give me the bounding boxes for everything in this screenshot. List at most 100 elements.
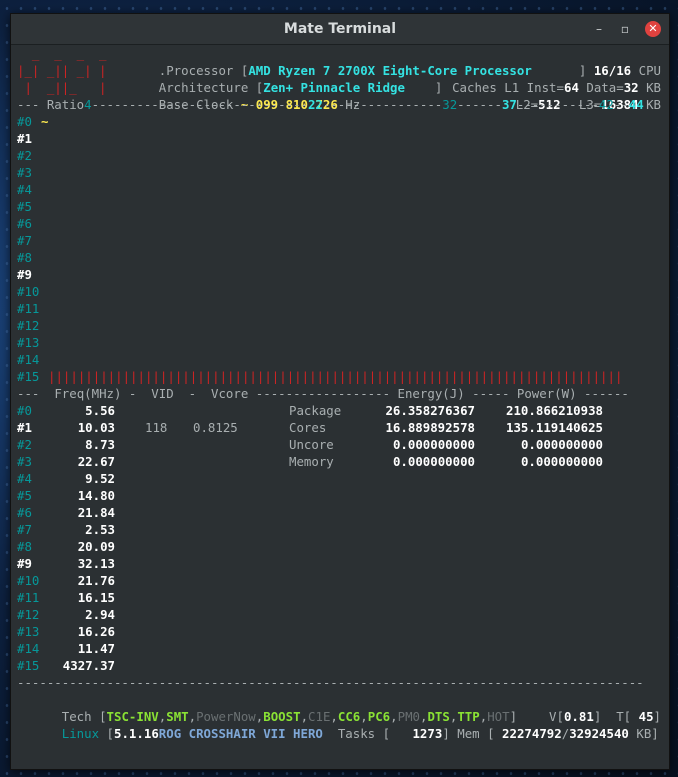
- energy-row-name: Uncore: [289, 437, 334, 452]
- core-frequency-value: 32.13: [77, 556, 115, 571]
- core-ratio-1-row: #1: [17, 130, 32, 147]
- vid-value: 118: [145, 420, 168, 435]
- core-frequency-value: 2.53: [85, 522, 115, 537]
- board-name: ROG CROSSHAIR VII HERO: [158, 726, 323, 741]
- mem-used: 22274792: [502, 726, 562, 741]
- core-freq-1-row: #1: [17, 419, 32, 436]
- energy-row-energy: 0.000000000: [392, 437, 475, 452]
- ratio-mark-44: 44: [628, 97, 644, 112]
- core-freq-6-label: #6: [17, 505, 32, 520]
- terminal-content[interactable]: _ _ _ _ |_| _|| _| | | _||_ | .Processor…: [11, 45, 669, 769]
- core-ratio-4-label: #4: [17, 182, 32, 197]
- core-freq-4-label: #4: [17, 471, 32, 486]
- energy-row-name: Package: [289, 403, 342, 418]
- core-freq-2-label: #2: [17, 437, 32, 452]
- core-freq-10-row: #10: [17, 572, 39, 589]
- core-freq-9-row: #9: [17, 555, 32, 572]
- freq-header-vid: VID: [151, 386, 174, 401]
- terminal-window[interactable]: Mate Terminal – ▫ ✕ _ _ _ _ |_| _|| _| |…: [10, 13, 670, 770]
- core-ratio-9-row: #9: [17, 266, 32, 283]
- core-freq-10-label: #10: [17, 573, 40, 588]
- core-ratio-9-label: #9: [17, 267, 32, 282]
- ratio-rule: --- Ratio4-----------------------------2…: [17, 97, 644, 112]
- core-ratio-7-label: #7: [17, 233, 32, 248]
- core-ratio-0-row: #0: [17, 113, 32, 130]
- core-freq-14-row: #14: [17, 640, 39, 657]
- core-ratio-14-row: #14: [17, 351, 39, 368]
- core-ratio-10-label: #10: [17, 284, 40, 299]
- energy-row-name: Memory: [289, 454, 334, 469]
- core-ratio-6-row: #6: [17, 215, 32, 232]
- ratio-label: Ratio: [46, 97, 85, 112]
- core-ratio-13-row: #13: [17, 334, 39, 351]
- energy-row-energy: 0.000000000: [392, 454, 475, 469]
- ratio-mark-4: 4: [84, 97, 92, 112]
- core-freq-3-label: #3: [17, 454, 32, 469]
- core-frequency-value: 20.09: [77, 539, 115, 554]
- core-freq-15-row: #15: [17, 657, 39, 674]
- core-ratio-15-label: #15: [17, 369, 40, 384]
- system-line: Linux [5.1.16ROG CROSSHAIR VII HERO Task…: [61, 726, 659, 741]
- logo-line-1: _ _ _ _: [17, 46, 107, 61]
- core-frequency-value: 8.73: [85, 437, 115, 452]
- core-frequency-value: 5.56: [85, 403, 115, 418]
- ratio-mark-37: 37: [501, 97, 517, 112]
- os-label: Linux: [61, 726, 100, 741]
- core-ratio-12-row: #12: [17, 317, 39, 334]
- close-icon[interactable]: ✕: [645, 21, 661, 37]
- freq-header-freq: Freq(MHz): [54, 386, 122, 401]
- tasks-value: 1273: [412, 726, 443, 741]
- ratio-mark-42: 42: [598, 97, 614, 112]
- core-ratio-6-label: #6: [17, 216, 32, 231]
- core0-mark: ~: [41, 114, 49, 129]
- window-title: Mate Terminal: [283, 21, 397, 37]
- energy-row-power: 0.000000000: [520, 454, 603, 469]
- freq-header-rule: --- Freq(MHz) - VID - Vcore ------------…: [17, 386, 629, 401]
- energy-row-energy: 16.889892578: [385, 420, 475, 435]
- core-freq-7-row: #7: [17, 521, 32, 538]
- core-freq-5-row: #5: [17, 487, 32, 504]
- mem-label: Mem: [457, 726, 480, 741]
- logo-line-3: | _||_ |: [17, 80, 107, 95]
- core-ratio-14-label: #14: [17, 352, 40, 367]
- energy-row-power: 0.000000000: [520, 437, 603, 452]
- core-ratio-8-row: #8: [17, 249, 32, 266]
- core-ratio-12-label: #12: [17, 318, 40, 333]
- core-ratio-11-label: #11: [17, 301, 40, 316]
- core-freq-8-row: #8: [17, 538, 32, 555]
- core-freq-5-label: #5: [17, 488, 32, 503]
- freq-header-energy: Energy(J): [397, 386, 465, 401]
- energy-row-name: Cores: [289, 420, 327, 435]
- core-freq-4-row: #4: [17, 470, 32, 487]
- core-ratio-1-label: #1: [17, 131, 32, 146]
- core-ratio-3-label: #3: [17, 165, 32, 180]
- title-bar[interactable]: Mate Terminal – ▫ ✕: [11, 14, 669, 45]
- vcore-value: 0.8125: [193, 420, 238, 435]
- core-freq-11-row: #11: [17, 589, 39, 606]
- core-ratio-2-row: #2: [17, 147, 32, 164]
- core-freq-9-label: #9: [17, 556, 32, 571]
- core15-ratio-bar: ||||||||||||||||||||||||||||||||||||||||…: [48, 369, 623, 384]
- maximize-icon[interactable]: ▫: [617, 21, 633, 37]
- core-ratio-15-row: #15: [17, 368, 39, 385]
- core-frequency-value: 4327.37: [62, 658, 115, 673]
- core-freq-3-row: #3: [17, 453, 32, 470]
- core-frequency-value: 11.47: [77, 641, 115, 656]
- energy-row-power: 135.119140625: [506, 420, 603, 435]
- core-ratio-2-label: #2: [17, 148, 32, 163]
- core-frequency-value: 21.84: [77, 505, 115, 520]
- core-ratio-5-label: #5: [17, 199, 32, 214]
- kb-unit-2: KB: [646, 97, 661, 112]
- tasks-label: Tasks: [337, 726, 376, 741]
- minimize-icon[interactable]: –: [591, 21, 607, 37]
- core-freq-11-label: #11: [17, 590, 40, 605]
- core-freq-12-row: #12: [17, 606, 39, 623]
- kernel-version: 5.1.16: [114, 726, 159, 741]
- logo-line-2: |_| _|| _| |: [17, 63, 107, 78]
- core-freq-13-row: #13: [17, 623, 39, 640]
- core-freq-15-label: #15: [17, 658, 40, 673]
- core-ratio-5-row: #5: [17, 198, 32, 215]
- core-frequency-value: 21.76: [77, 573, 115, 588]
- core-freq-14-label: #14: [17, 641, 40, 656]
- energy-row-energy: 26.358276367: [385, 403, 475, 418]
